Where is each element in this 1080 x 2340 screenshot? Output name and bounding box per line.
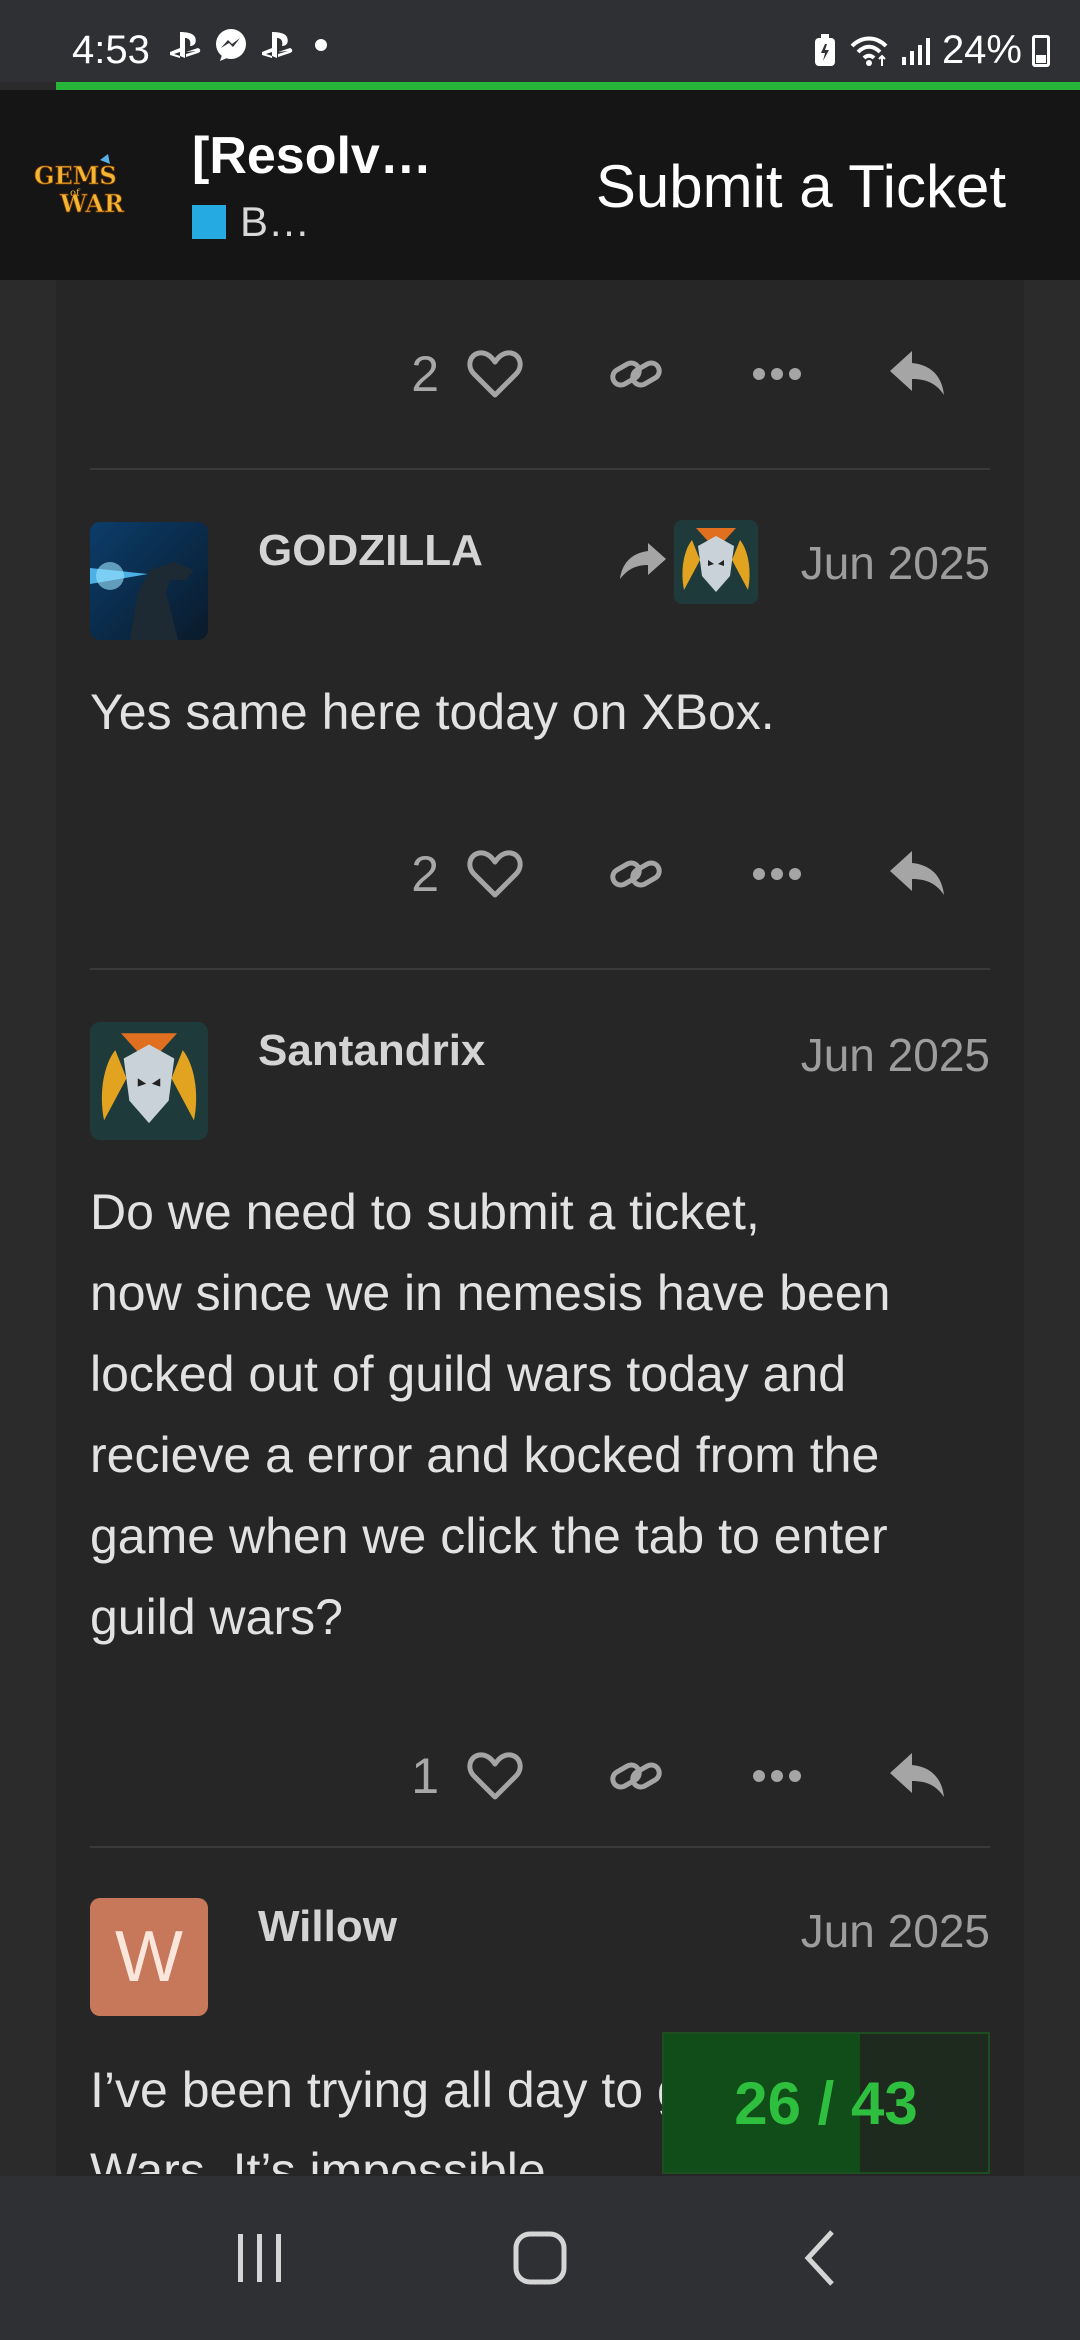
reply-icon xyxy=(889,851,944,895)
back-button[interactable] xyxy=(760,2198,880,2318)
dot-icon xyxy=(315,39,327,51)
reply-button[interactable] xyxy=(875,1736,960,1816)
right-gutter xyxy=(1024,0,1080,2340)
category-color-badge xyxy=(192,205,226,239)
post-divider xyxy=(90,1846,990,1848)
left-gutter xyxy=(0,0,56,2340)
playstation-icon xyxy=(262,32,293,58)
ellipsis-icon xyxy=(752,868,801,880)
like-button[interactable] xyxy=(453,834,538,914)
topic-progress-timeline[interactable]: 26 / 43 xyxy=(662,2032,990,2174)
signal-icon xyxy=(901,37,930,65)
heart-icon xyxy=(467,350,524,398)
post-body: Do we need to submit a ticket, now since… xyxy=(90,1184,891,1645)
svg-text:GEMS: GEMS xyxy=(34,161,117,190)
post-date[interactable]: Jun 2025 xyxy=(801,1904,990,1958)
like-count[interactable]: 2 xyxy=(380,845,439,903)
page-load-progress xyxy=(56,82,1080,90)
post-date[interactable]: Jun 2025 xyxy=(801,1028,990,1082)
home-icon xyxy=(513,2231,567,2285)
like-button[interactable] xyxy=(453,334,538,414)
post-divider xyxy=(90,968,990,970)
avatar[interactable] xyxy=(90,522,208,640)
copy-link-button[interactable] xyxy=(594,1736,679,1816)
post-actions: 1 xyxy=(380,1736,960,1816)
copy-link-button[interactable] xyxy=(594,334,679,414)
heart-icon xyxy=(467,1752,524,1800)
post-divider xyxy=(90,468,990,470)
ellipsis-icon xyxy=(752,368,801,380)
topic-category[interactable]: B… xyxy=(192,198,310,246)
ellipsis-icon xyxy=(752,1770,801,1782)
reply-icon xyxy=(889,1753,944,1797)
copy-link-button[interactable] xyxy=(594,834,679,914)
post-username[interactable]: Willow xyxy=(258,1902,397,1952)
status-time: 4:53 xyxy=(72,28,150,72)
system-status-icons: 24% xyxy=(812,28,1050,73)
site-logo[interactable]: GEMS of WAR xyxy=(30,150,130,220)
post-actions: 2 xyxy=(380,834,960,914)
playstation-icon xyxy=(170,32,201,58)
link-icon xyxy=(610,360,662,388)
topic-header: GEMS of WAR [Resolve… B… Submit a Ticket xyxy=(0,90,1080,280)
reply-button[interactable] xyxy=(875,834,960,914)
post-date[interactable]: Jun 2025 xyxy=(801,536,990,590)
more-actions-button[interactable] xyxy=(735,334,820,414)
battery-saver-icon xyxy=(814,33,835,66)
battery-icon xyxy=(1032,34,1050,67)
system-navigation-bar xyxy=(0,2176,1080,2340)
link-icon xyxy=(610,1762,662,1790)
post-body: Yes same here today on XBox. xyxy=(90,684,775,740)
status-bar: 4:53 24% xyxy=(0,0,1080,82)
wolf-crest-avatar-icon xyxy=(90,1022,208,1140)
wolf-crest-avatar-icon xyxy=(674,520,758,604)
reply-to-indicator[interactable] xyxy=(618,520,758,604)
avatar[interactable]: W xyxy=(90,1898,208,2016)
avatar[interactable] xyxy=(90,1022,208,1140)
post-username[interactable]: Santandrix xyxy=(258,1026,485,1076)
topic-title[interactable]: [Resolve… xyxy=(192,126,452,186)
post-username[interactable]: GODZILLA xyxy=(258,526,483,576)
submit-ticket-button[interactable]: Submit a Ticket xyxy=(596,152,1006,221)
reply-icon xyxy=(889,351,944,395)
reply-button[interactable] xyxy=(875,334,960,414)
recent-apps-button[interactable] xyxy=(200,2198,320,2318)
back-icon xyxy=(804,2230,834,2286)
notification-icons xyxy=(168,28,336,62)
post-actions: 2 xyxy=(380,334,960,414)
battery-percent: 24% xyxy=(941,28,1022,72)
messenger-icon xyxy=(216,29,246,61)
more-actions-button[interactable] xyxy=(735,1736,820,1816)
more-actions-button[interactable] xyxy=(735,834,820,914)
like-count[interactable]: 1 xyxy=(380,1747,439,1805)
recent-apps-icon xyxy=(238,2234,281,2282)
gems-of-war-logo-icon: GEMS of WAR xyxy=(34,154,125,218)
like-button[interactable] xyxy=(453,1736,538,1816)
like-count[interactable]: 2 xyxy=(380,345,439,403)
reply-to-avatar xyxy=(674,520,758,604)
reply-to-arrow-icon xyxy=(620,543,666,579)
heart-icon xyxy=(467,850,524,898)
category-name: B… xyxy=(240,198,311,245)
wifi-icon xyxy=(850,36,888,66)
timeline-position: 26 / 43 xyxy=(734,2069,918,2137)
avatar-letter: W xyxy=(115,1917,183,1997)
home-button[interactable] xyxy=(480,2198,600,2318)
godzilla-avatar-icon xyxy=(90,522,208,640)
svg-text:WAR: WAR xyxy=(59,189,125,218)
link-icon xyxy=(610,860,662,888)
